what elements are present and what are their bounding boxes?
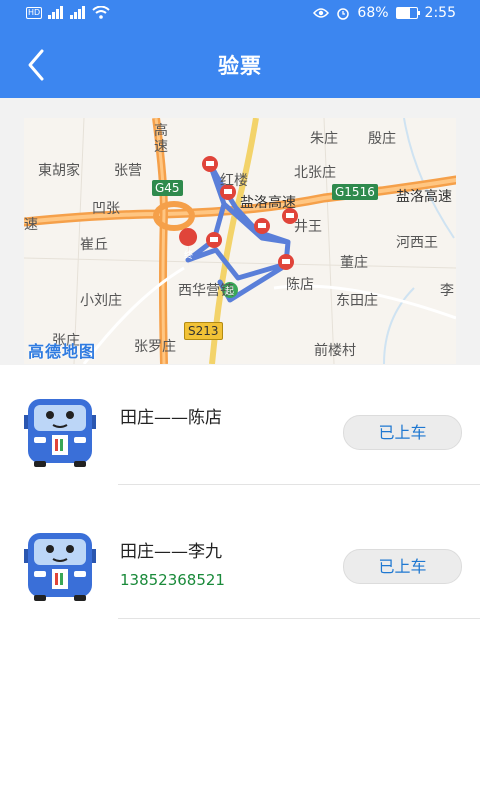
- map-place-label: 张营: [114, 163, 142, 179]
- bus-icon: [24, 399, 96, 467]
- start-marker-label: 起: [225, 287, 235, 297]
- map-place-label: 崔丘: [80, 237, 108, 253]
- map-place-label: 董庄: [340, 255, 368, 271]
- phone-number: 13852368521: [120, 571, 225, 589]
- route-label: 田庄——陈店: [120, 408, 222, 428]
- road-badge-g1516: G1516: [332, 184, 378, 200]
- divider: [118, 484, 480, 485]
- map-place-label: 李: [440, 283, 454, 299]
- status-bar: HD 68% 2:55: [0, 0, 480, 30]
- map-place-label: 速: [154, 139, 168, 155]
- route-map[interactable]: 東胡家 张营 凹张 崔丘 小刘庄 张庄 张罗庄 朱庄 殷庄 北张庄 红楼 井王 …: [24, 118, 456, 364]
- divider: [118, 618, 480, 619]
- eye-icon: [313, 8, 330, 18]
- boarded-button[interactable]: 已上车: [343, 549, 462, 584]
- road-badge-s213: S213: [184, 322, 223, 340]
- list-item: 田庄——李九 13852368521 已上车: [0, 499, 480, 633]
- battery-icon: [395, 7, 420, 19]
- map-place-label: 東胡家: [38, 163, 80, 179]
- app-header: 验票: [0, 30, 480, 98]
- page-title: 验票: [218, 54, 262, 78]
- map-place-label: 朱庄: [310, 131, 338, 147]
- map-place-label: 陈店: [286, 277, 314, 293]
- ticket-list: 田庄——陈店 已上车 田庄——李九 13852368521 已上车: [0, 365, 480, 633]
- clock: 2:55: [424, 5, 456, 21]
- bus-icon: [24, 533, 96, 601]
- signal-icon: [70, 6, 86, 19]
- list-item: 田庄——陈店 已上车: [0, 365, 480, 499]
- battery-percent: 68%: [357, 5, 389, 21]
- map-place-label: 殷庄: [368, 131, 396, 147]
- map-place-label: 张罗庄: [134, 339, 176, 355]
- map-container: 東胡家 张营 凹张 崔丘 小刘庄 张庄 张罗庄 朱庄 殷庄 北张庄 红楼 井王 …: [0, 98, 480, 365]
- map-place-label: 北张庄: [294, 165, 336, 181]
- boarded-button[interactable]: 已上车: [343, 415, 462, 450]
- map-place-label: 前楼村: [314, 343, 356, 359]
- map-place-label: 井王: [294, 219, 322, 235]
- signal-icon: [48, 6, 64, 19]
- expressway-name: 盐洛高速: [396, 189, 452, 205]
- battery-fill: [396, 8, 411, 18]
- end-marker-label: 终: [184, 251, 194, 261]
- status-left: HD: [26, 6, 110, 19]
- hd-badge: HD: [26, 6, 43, 19]
- map-provider-logo: 高德地图: [28, 342, 97, 361]
- alarm-icon: [337, 8, 350, 20]
- map-place-label: 凹张: [92, 201, 120, 217]
- status-right: 68% 2:55: [313, 5, 456, 21]
- wifi-icon: [92, 6, 110, 19]
- route-label: 田庄——李九: [120, 542, 222, 562]
- map-place-label: 速: [24, 217, 38, 233]
- map-place-label: 小刘庄: [80, 293, 122, 309]
- expressway-name: 盐洛高速: [240, 195, 296, 211]
- map-place-label: 红楼: [220, 173, 248, 189]
- map-place-label: 东田庄: [336, 293, 378, 309]
- road-badge-g45: G45: [152, 180, 183, 196]
- map-place-label: 河西王: [396, 235, 438, 251]
